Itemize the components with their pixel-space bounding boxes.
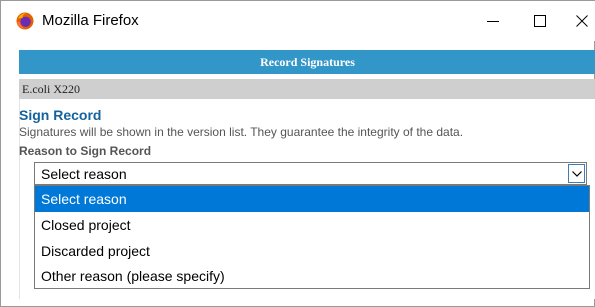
sign-record-heading: Sign Record [19,107,102,123]
firefox-logo-icon [16,12,34,30]
reason-option-other-reason[interactable]: Other reason (please specify) [35,263,589,289]
select-dropdown-button[interactable] [568,164,585,183]
reason-option-closed-project[interactable]: Closed project [35,212,589,238]
chevron-down-icon [572,171,582,177]
reason-select[interactable]: Select reason [34,162,587,185]
reason-option-select-reason[interactable]: Select reason [35,186,589,212]
maximize-icon [534,15,546,27]
browser-window: Mozilla Firefox Record Signatures E.coli… [0,0,595,307]
record-signatures-header: Record Signatures [19,50,595,74]
close-icon [576,15,588,27]
record-name-bar: E.coli X220 [19,79,595,99]
reason-option-discarded-project[interactable]: Discarded project [35,238,589,264]
reason-options-list: Select reason Closed project Discarded p… [34,185,590,289]
window-title: Mozilla Firefox [42,12,139,29]
reason-select-value: Select reason [41,166,127,182]
sign-record-description: Signatures will be shown in the version … [19,125,464,139]
close-button[interactable] [559,6,595,36]
reason-field-label: Reason to Sign Record [19,144,152,158]
minimize-icon [487,21,499,22]
window-titlebar[interactable]: Mozilla Firefox [1,1,595,41]
minimize-button[interactable] [470,6,516,36]
maximize-button[interactable] [517,6,563,36]
